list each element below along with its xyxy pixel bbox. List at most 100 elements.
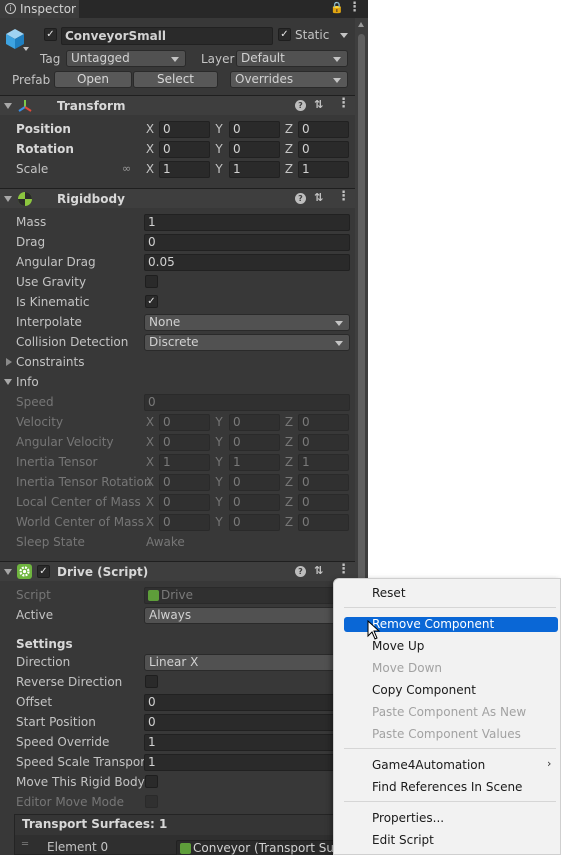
preset-icon[interactable]: ⇅ <box>314 564 323 578</box>
angular-drag-input[interactable]: 0.05 <box>144 254 350 271</box>
drag-handle-icon[interactable]: ═ <box>22 839 28 850</box>
collision-detection-dropdown[interactable]: Discrete <box>144 334 350 351</box>
tab-inspector[interactable]: i Inspector <box>0 0 79 18</box>
reverse-direction-checkbox[interactable] <box>145 675 158 688</box>
static-dropdown-arrow[interactable] <box>340 33 348 38</box>
start-position-input[interactable]: 0 <box>144 714 350 731</box>
scale-x-input[interactable]: 1 <box>159 161 210 178</box>
position-y-input[interactable]: 0 <box>229 121 280 138</box>
menu-item-properties[interactable]: Properties... <box>372 808 444 828</box>
kebab-menu-icon[interactable]: ⋮ <box>348 0 361 15</box>
transform-icon <box>17 98 33 119</box>
prefab-open-button[interactable]: Open <box>54 71 132 88</box>
rigidbody-header[interactable]: Rigidbody ? ⇅ ⋮ <box>0 188 355 208</box>
rotation-x-input[interactable]: 0 <box>159 141 210 158</box>
axis-x: X <box>145 515 155 529</box>
active-label: Active <box>16 608 54 622</box>
axis-x: X <box>145 495 155 509</box>
transport-surfaces-list: Transport Surfaces: 1 ═ Element 0 Convey… <box>14 814 352 855</box>
constraints-label[interactable]: Constraints <box>16 353 84 371</box>
element-0-value: Conveyor (Transport Su <box>193 841 335 855</box>
menu-item-game4automation[interactable]: Game4Automation <box>372 755 485 775</box>
axis-y[interactable]: Y <box>213 140 225 158</box>
tag-dropdown[interactable]: Untagged <box>66 50 186 67</box>
active-checkbox[interactable]: ✓ <box>44 28 57 41</box>
collision-detection-label: Collision Detection <box>16 335 129 349</box>
foldout-arrow-icon[interactable] <box>4 103 12 109</box>
world-com-y: 0 <box>229 514 280 531</box>
drag-input[interactable]: 0 <box>144 234 350 251</box>
axis-y: Y <box>215 515 223 529</box>
speed-scale-transport-input[interactable]: 1 <box>144 754 350 771</box>
axis-z[interactable]: Z <box>283 160 295 178</box>
foldout-arrow-icon[interactable] <box>4 196 12 202</box>
rotation-z-input[interactable]: 0 <box>298 141 349 158</box>
help-icon[interactable]: ? <box>295 566 306 577</box>
constraints-foldout-icon[interactable] <box>6 358 12 366</box>
angular-velocity-z: 0 <box>298 434 349 451</box>
axis-z[interactable]: Z <box>283 120 295 138</box>
mass-input[interactable]: 1 <box>144 214 350 231</box>
info-label[interactable]: Info <box>16 373 39 391</box>
tab-bar: i Inspector 🔒 ⋮ <box>0 0 368 18</box>
active-dropdown[interactable]: Always <box>144 607 350 624</box>
is-kinematic-checkbox[interactable]: ✓ <box>145 295 158 308</box>
object-name-input[interactable]: ConveyorSmall <box>61 27 273 45</box>
scale-z-input[interactable]: 1 <box>298 161 349 178</box>
offset-input[interactable]: 0 <box>144 694 350 711</box>
help-icon[interactable]: ? <box>295 100 306 111</box>
element-0-object-field[interactable]: Conveyor (Transport Su <box>176 840 351 855</box>
preset-icon[interactable]: ⇅ <box>314 98 323 112</box>
icon-dropdown-arrow[interactable] <box>23 47 29 51</box>
drive-script-header[interactable]: ✓ Drive (Script) ? ⇅ ⋮ <box>0 561 355 581</box>
constrain-proportions-icon[interactable]: ∞ <box>122 162 131 175</box>
lock-icon[interactable]: 🔒 <box>330 1 344 14</box>
position-z-input[interactable]: 0 <box>298 121 349 138</box>
interpolate-dropdown[interactable]: None <box>144 314 350 331</box>
prefab-select-button[interactable]: Select <box>133 71 218 88</box>
component-menu-icon[interactable]: ⋮ <box>337 190 350 204</box>
axis-z[interactable]: Z <box>283 140 295 158</box>
axis-y[interactable]: Y <box>213 120 225 138</box>
axis-x: X <box>145 435 155 449</box>
info-foldout-icon[interactable] <box>4 379 12 385</box>
menu-item-edit-script[interactable]: Edit Script <box>372 830 434 850</box>
mass-label: Mass <box>16 215 47 229</box>
local-center-of-mass-label: Local Center of Mass <box>16 495 141 509</box>
menu-item-copy-component[interactable]: Copy Component <box>372 680 476 700</box>
axis-z: Z <box>284 455 294 469</box>
help-icon[interactable]: ? <box>295 193 306 204</box>
editor-move-mode-label: Editor Move Mode <box>16 795 125 809</box>
menu-item-reset[interactable]: Reset <box>372 583 406 603</box>
menu-item-find-references[interactable]: Find References In Scene <box>372 777 522 797</box>
foldout-arrow-icon[interactable] <box>4 569 12 575</box>
axis-y: Y <box>215 455 223 469</box>
prefab-overrides-dropdown[interactable]: Overrides <box>230 71 348 88</box>
sleep-state-label: Sleep State <box>16 535 85 549</box>
settings-label: Settings <box>16 637 73 651</box>
transport-surfaces-label: Transport Surfaces: 1 <box>22 817 168 831</box>
use-gravity-checkbox[interactable] <box>145 275 158 288</box>
axis-x[interactable]: X <box>144 160 156 178</box>
position-x-input[interactable]: 0 <box>159 121 210 138</box>
scroll-up-arrow-icon[interactable] <box>358 22 364 27</box>
component-menu-icon[interactable]: ⋮ <box>337 97 350 111</box>
move-rigid-body-checkbox[interactable] <box>145 775 158 788</box>
local-com-x: 0 <box>159 494 210 511</box>
drag-label: Drag <box>16 235 46 249</box>
rotation-y-input[interactable]: 0 <box>229 141 280 158</box>
inertia-tensor-y: 1 <box>229 454 280 471</box>
transform-header[interactable]: Transform ? ⇅ ⋮ <box>0 95 355 115</box>
drive-enabled-checkbox[interactable]: ✓ <box>37 565 50 578</box>
speed-override-input[interactable]: 1 <box>144 734 350 751</box>
axis-x[interactable]: X <box>144 140 156 158</box>
component-menu-icon[interactable]: ⋮ <box>337 563 350 577</box>
direction-dropdown[interactable]: Linear X <box>144 654 350 671</box>
menu-item-remove-component[interactable]: Remove Component <box>372 614 494 634</box>
preset-icon[interactable]: ⇅ <box>314 191 323 205</box>
layer-dropdown[interactable]: Default <box>236 50 348 67</box>
axis-x[interactable]: X <box>144 120 156 138</box>
scale-y-input[interactable]: 1 <box>229 161 280 178</box>
static-checkbox[interactable]: ✓ <box>278 28 291 41</box>
axis-y[interactable]: Y <box>213 160 225 178</box>
